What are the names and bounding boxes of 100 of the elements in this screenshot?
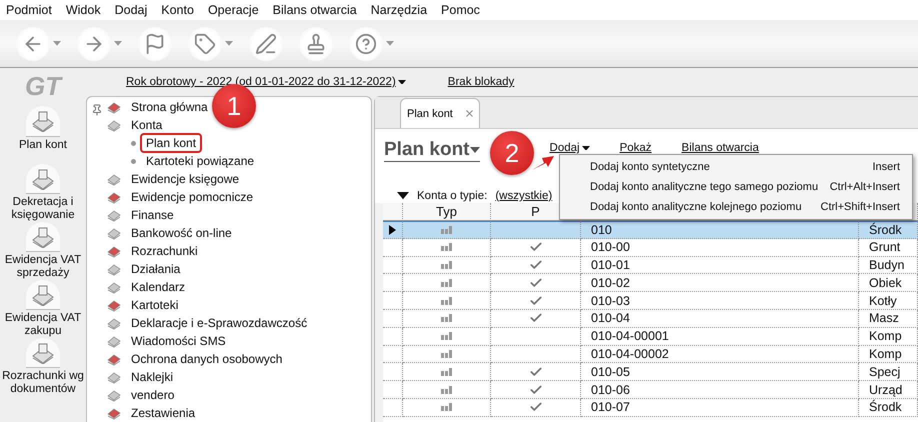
caret-icon — [386, 41, 394, 46]
caret-icon — [582, 146, 590, 150]
table-cell: 010-01 — [581, 256, 859, 274]
table-cell: Środk — [859, 221, 918, 239]
rail-item[interactable]: Rozrachunki wg dokumentów — [1, 338, 85, 396]
bars-icon — [441, 260, 452, 269]
check-icon — [528, 382, 542, 397]
nav-item[interactable]: Strona główna — [125, 97, 214, 117]
nav-item[interactable]: Konta — [125, 115, 168, 135]
menu-option[interactable]: Dodaj konto analityczne tego samego poziomu Ctrl+Alt+Insert — [560, 177, 912, 197]
nav-item[interactable]: Ewidencje księgowe — [125, 169, 246, 189]
table-cell: Specj — [859, 363, 918, 382]
row-header-cell[interactable] — [383, 274, 403, 292]
menu-item[interactable]: Bilans otwarcia — [272, 3, 363, 17]
help-icon — [355, 32, 377, 54]
bullet-icon — [131, 158, 136, 164]
nav-item[interactable]: Działania — [125, 259, 186, 279]
row-header-cell[interactable] — [383, 221, 403, 239]
nav-item[interactable]: Kartoteki — [125, 295, 184, 315]
nav-item[interactable]: Bankowość on-line — [125, 223, 238, 243]
nav-item[interactable]: Ewidencje pomocnicze — [125, 187, 260, 207]
menu-item[interactable]: Konto — [161, 3, 200, 17]
table-cell: Urząd — [859, 381, 918, 399]
menu-item[interactable]: Podmiot — [6, 3, 58, 17]
check-icon — [528, 364, 542, 379]
menu-option[interactable]: Dodaj konto syntetyczne Insert — [560, 157, 912, 177]
caret-icon — [53, 41, 61, 46]
nav-item[interactable]: Kartoteki powiązane — [140, 151, 260, 171]
nav-item[interactable]: vendero — [125, 385, 180, 405]
table-cell: Komp — [859, 328, 918, 346]
page-title[interactable]: Plan kont — [384, 139, 480, 162]
nav-item[interactable]: Deklaracje i e-Sprawozdawczość — [125, 313, 314, 333]
bars-icon — [441, 278, 452, 287]
ledger-icon — [30, 226, 56, 248]
bars-icon — [441, 386, 452, 394]
table-cell: Budyn — [859, 256, 918, 274]
bars-icon — [441, 243, 452, 252]
ledger-icon — [30, 110, 56, 132]
table-cell: Obiek — [859, 274, 918, 292]
table-cell: 010-04-00001 — [581, 328, 859, 346]
nav-item[interactable]: Ochrona danych osobowych — [125, 349, 288, 369]
bars-icon — [441, 368, 452, 376]
bars-icon — [441, 296, 452, 305]
check-icon — [528, 276, 542, 290]
table-cell: 010-02 — [581, 274, 859, 292]
table-cell: Kotły — [859, 292, 918, 310]
bars-icon — [441, 403, 452, 412]
nav-item[interactable]: Kalendarz — [125, 277, 192, 297]
nav-item[interactable]: Plan kont — [140, 133, 202, 153]
ledger-icon — [30, 168, 56, 190]
pen-icon — [255, 32, 277, 54]
nav-item[interactable]: Rozrachunki — [125, 241, 204, 261]
pointer-arrow — [532, 156, 554, 170]
rail-item[interactable]: Plan kont — [1, 106, 85, 164]
nav-item[interactable]: Wiadomości SMS — [125, 331, 232, 351]
table-cell: 010-04-00002 — [581, 346, 859, 364]
table-cell: Grunt — [859, 238, 918, 257]
row-header-cell[interactable] — [383, 256, 403, 274]
filter-link[interactable]: (wszystkie) — [495, 190, 552, 202]
table-cell: Masz — [859, 310, 918, 328]
row-pointer-icon — [389, 224, 396, 235]
stamp-icon — [305, 32, 327, 54]
menu-item[interactable]: Operacje — [208, 3, 265, 17]
ledger-icon — [30, 284, 56, 306]
menu-item[interactable]: Pomoc — [441, 3, 486, 17]
logo: GT — [24, 70, 62, 103]
row-header-cell[interactable] — [383, 363, 403, 382]
row-header-cell[interactable] — [383, 238, 403, 257]
row-header-cell[interactable] — [383, 398, 403, 417]
action-link[interactable]: Bilans otwarcia — [682, 142, 759, 154]
table-cell: 010-03 — [581, 292, 859, 310]
menu-item[interactable]: Dodaj — [114, 3, 154, 17]
rail-item[interactable]: Ewidencja VAT sprzedaży — [1, 222, 85, 280]
action-link[interactable]: Dodaj — [550, 142, 590, 154]
table-cell: 010-06 — [581, 381, 859, 399]
rail-item[interactable]: Dekretacja i księgowanie — [1, 164, 85, 222]
bars-icon — [441, 226, 452, 234]
nav-item[interactable]: Finanse — [125, 205, 180, 225]
tag-icon — [194, 32, 216, 54]
row-header-cell[interactable] — [383, 381, 403, 399]
row-header-cell[interactable] — [383, 310, 403, 328]
nav-item[interactable]: Naklejki — [125, 367, 180, 387]
collapse-icon — [397, 192, 409, 200]
nav-item[interactable]: Zestawienia — [125, 403, 202, 422]
rail-item[interactable]: Ewidencja VAT zakupu — [1, 280, 85, 338]
tab[interactable]: Plan kont — [400, 98, 480, 128]
lock-link[interactable]: Brak blokady — [448, 76, 514, 88]
close-icon[interactable] — [464, 108, 475, 119]
table-cell: 010-00 — [581, 238, 859, 257]
row-header-cell[interactable] — [383, 346, 403, 364]
pin-icon[interactable] — [91, 104, 103, 116]
column-header[interactable]: Typ — [403, 203, 491, 221]
table-cell: 010-04 — [581, 310, 859, 328]
row-header-cell[interactable] — [383, 292, 403, 310]
row-header-cell[interactable] — [383, 328, 403, 346]
action-link[interactable]: Pokaż — [620, 142, 652, 154]
menu-item[interactable]: Widok — [66, 3, 107, 17]
table-cell: Komp — [859, 346, 918, 364]
bars-icon — [441, 314, 452, 322]
menu-item[interactable]: Narzędzia — [370, 3, 434, 17]
